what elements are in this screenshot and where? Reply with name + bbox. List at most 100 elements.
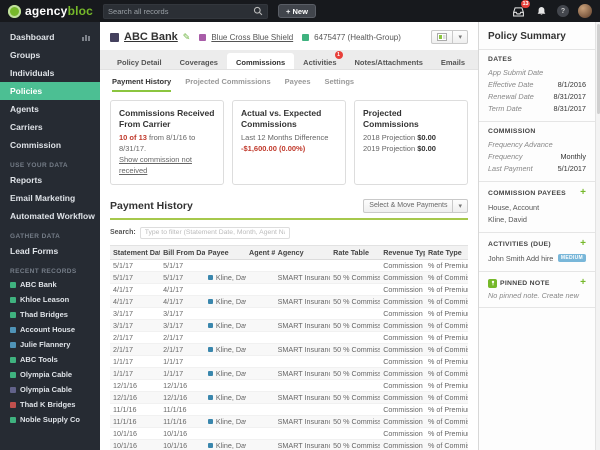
sidebar-nav-item[interactable]: Agents — [0, 100, 100, 118]
add-payee-icon[interactable]: + — [580, 188, 586, 198]
sidebar-nav-item[interactable]: Email Marketing — [0, 189, 100, 207]
sidebar-nav-item[interactable]: Groups — [0, 46, 100, 64]
record-actions-main[interactable] — [431, 30, 454, 44]
record-actions-dropdown[interactable]: ▾ — [453, 30, 468, 44]
cell-agency: SMART Insurance Co — [274, 319, 331, 332]
table-row[interactable]: 2/1/17 2/1/17 Commission % of Premium — [110, 331, 468, 344]
subtab[interactable]: Settings — [325, 77, 355, 92]
cell-statement-date: 3/1/17 — [110, 307, 161, 320]
table-row[interactable]: 10/1/16 10/1/16 Kline, David SMART Insur… — [110, 439, 468, 450]
sidebar-nav-item[interactable]: Commission — [0, 136, 100, 154]
sidebar-nav-item[interactable]: Automated Workflow — [0, 207, 100, 225]
search-icon[interactable] — [253, 6, 263, 16]
column-header[interactable]: Statement Date — [110, 244, 161, 260]
payee-color-square — [207, 347, 213, 353]
cell-agency: SMART Insurance Co — [274, 391, 331, 404]
subtab[interactable]: Payment History — [112, 77, 172, 92]
payments-filter-input[interactable] — [139, 226, 290, 239]
recent-record-item[interactable]: ABC Tools — [0, 352, 100, 367]
user-avatar[interactable] — [578, 4, 592, 18]
table-row[interactable]: 3/1/17 3/1/17 Commission % of Premium — [110, 307, 468, 320]
cell-agent-number — [246, 391, 275, 404]
scrollbar[interactable] — [595, 22, 600, 450]
tab[interactable]: Workflows — [474, 53, 478, 69]
recent-record-item[interactable]: Khloe Leason — [0, 292, 100, 307]
table-row[interactable]: 2/1/17 2/1/17 Kline, David SMART Insuran… — [110, 343, 468, 356]
table-row[interactable]: 4/1/17 4/1/17 Kline, David SMART Insuran… — [110, 295, 468, 308]
column-header[interactable]: Revenue Type — [380, 244, 425, 260]
tab[interactable]: Policy Detail — [108, 53, 171, 69]
cell-rate-table: 50 % Commission — [330, 391, 381, 404]
subtab[interactable]: Projected Commissions — [185, 77, 270, 92]
add-note-icon[interactable]: + — [580, 278, 586, 288]
create-note-link[interactable]: Create new — [542, 291, 579, 300]
cell-rate-type: % of Commission — [424, 415, 468, 428]
cell-payee — [204, 403, 247, 416]
tab[interactable]: Commissions — [226, 53, 295, 69]
commission-payees-section: COMMISSION PAYEES + House, Account Kline… — [479, 182, 595, 233]
recent-record-item[interactable]: Julie Flannery — [0, 337, 100, 352]
payee-item[interactable]: Kline, David — [488, 213, 586, 225]
app-logo[interactable]: agencybloc — [8, 4, 93, 18]
table-row[interactable]: 5/1/17 5/1/17 Commission % of Premium — [110, 259, 468, 272]
record-title-link[interactable]: ABC Bank — [124, 31, 178, 43]
table-row[interactable]: 4/1/17 4/1/17 Commission % of Premium — [110, 283, 468, 296]
recent-record-item[interactable]: Account House — [0, 322, 100, 337]
column-header[interactable]: Agent # — [246, 244, 275, 260]
add-activity-icon[interactable]: + — [580, 239, 586, 249]
cell-statement-date: 11/1/16 — [110, 415, 161, 428]
cell-payee — [204, 307, 247, 320]
recent-record-item[interactable]: Noble Supply Co — [0, 412, 100, 427]
table-row[interactable]: 12/1/16 12/1/16 Kline, David SMART Insur… — [110, 391, 468, 404]
select-move-payments-dropdown[interactable]: ▾ — [453, 198, 468, 213]
inbox-icon[interactable]: 13 — [511, 0, 530, 18]
table-row[interactable]: 1/1/17 1/1/17 Kline, David SMART Insuran… — [110, 367, 468, 380]
tab[interactable]: Notes/Attachments — [346, 53, 432, 69]
cell-bill-from-date: 10/1/16 — [160, 427, 205, 440]
global-search-input[interactable] — [108, 6, 254, 16]
column-header[interactable]: Rate Type — [424, 244, 468, 260]
table-row[interactable]: 3/1/17 3/1/17 Kline, David SMART Insuran… — [110, 319, 468, 332]
record-actions-button: ▾ — [431, 30, 468, 44]
global-search — [103, 3, 269, 19]
sidebar-nav-item[interactable]: Lead Forms — [0, 242, 100, 260]
table-row[interactable]: 11/1/16 11/1/16 Kline, David SMART Insur… — [110, 415, 468, 428]
table-header-row: Statement Date Bill From Date Payee Agen… — [110, 244, 468, 260]
column-header[interactable]: Rate Table — [330, 244, 381, 260]
recent-record-item[interactable]: Thad Bridges — [0, 307, 100, 322]
sidebar-nav-item[interactable]: Carriers — [0, 118, 100, 136]
commission-title: COMMISSION — [488, 128, 536, 135]
show-commission-not-received-link[interactable]: Show commission not received — [119, 155, 192, 175]
subtab[interactable]: Payees — [285, 77, 311, 92]
column-header[interactable]: Bill From Date — [160, 244, 205, 260]
sidebar-nav-item[interactable]: Policies — [0, 82, 100, 100]
sidebar-nav-item[interactable]: Dashboard — [0, 28, 100, 46]
payee-item[interactable]: House, Account — [488, 201, 586, 213]
sidebar-nav-item[interactable]: Individuals — [0, 64, 100, 82]
recent-record-item[interactable]: Olympia Cable — [0, 382, 100, 397]
recent-record-item[interactable]: Olympia Cable — [0, 367, 100, 382]
recent-record-item[interactable]: ABC Bank — [0, 277, 100, 292]
tab[interactable]: Coverages — [171, 53, 227, 69]
column-header[interactable]: Payee — [204, 244, 247, 260]
edit-record-icon[interactable]: ✎ — [183, 32, 191, 43]
new-record-button[interactable]: + New — [278, 4, 316, 18]
table-row[interactable]: 10/1/16 10/1/16 Commission % of Premium — [110, 427, 468, 440]
table-row[interactable]: 11/1/16 11/1/16 Commission % of Premium — [110, 403, 468, 416]
section-title-gather-data: GATHER DATA — [10, 233, 61, 240]
cell-statement-date: 3/1/17 — [110, 319, 161, 332]
table-row[interactable]: 1/1/17 1/1/17 Commission % of Premium — [110, 355, 468, 368]
tab[interactable]: Activities 1 — [294, 51, 345, 69]
recent-record-item[interactable]: Thad K Bridges — [0, 397, 100, 412]
column-header[interactable]: Agency — [274, 244, 331, 260]
select-move-payments-button[interactable]: Select & Move Payments — [363, 198, 454, 213]
table-row[interactable]: 12/1/16 12/1/16 Commission % of Premium — [110, 379, 468, 392]
tab[interactable]: Emails — [432, 53, 474, 69]
bell-icon[interactable] — [534, 4, 548, 18]
table-row[interactable]: 5/1/17 5/1/17 Kline, David SMART Insuran… — [110, 271, 468, 284]
activity-item[interactable]: John Smith Add hire MEDIUM — [488, 252, 586, 264]
help-icon[interactable]: ? — [557, 5, 569, 17]
select-move-payments: Select & Move Payments ▾ — [363, 198, 468, 213]
sidebar-nav-item[interactable]: Reports — [0, 171, 100, 189]
carrier-link[interactable]: Blue Cross Blue Shield — [211, 33, 293, 42]
